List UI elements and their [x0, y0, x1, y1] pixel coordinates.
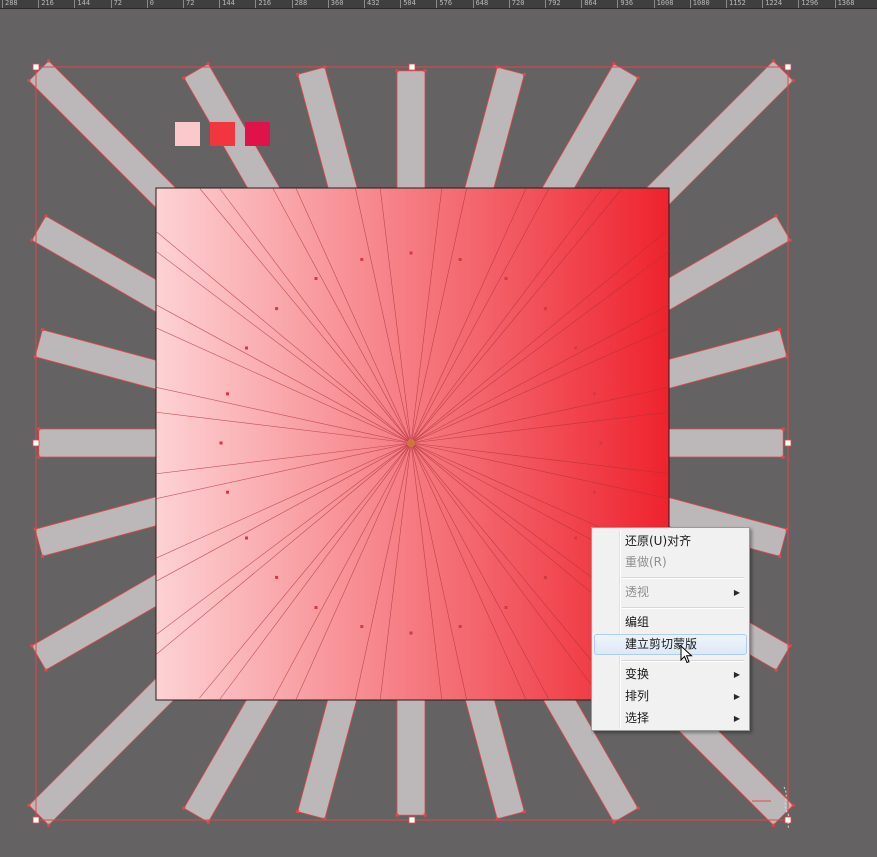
center-point-handle[interactable]: [458, 625, 462, 628]
center-point-handle[interactable]: [543, 307, 547, 311]
anchor-point[interactable]: [27, 79, 31, 83]
anchor-point[interactable]: [778, 328, 782, 332]
submenu-arrow-icon: ▶: [733, 670, 740, 679]
anchor-point[interactable]: [612, 820, 616, 824]
center-point-handle[interactable]: [504, 277, 508, 280]
submenu-arrow-icon: ▶: [733, 714, 740, 723]
anchor-point[interactable]: [182, 806, 186, 810]
color-swatch-crimson: [245, 122, 270, 146]
center-point-handle[interactable]: [574, 536, 577, 540]
anchor-point[interactable]: [774, 668, 778, 672]
anchor-point[interactable]: [296, 72, 300, 76]
anchor-point[interactable]: [636, 806, 640, 810]
anchor-point[interactable]: [788, 644, 792, 648]
menu-item-label: 变换: [625, 667, 650, 681]
menu-item-undo-align[interactable]: 还原(U)对齐: [594, 531, 747, 552]
center-point-handle[interactable]: [574, 346, 577, 350]
submenu-arrow-icon: ▶: [733, 692, 740, 701]
anchor-point[interactable]: [40, 328, 44, 332]
center-point-handle[interactable]: [593, 392, 596, 396]
anchor-point[interactable]: [182, 76, 186, 80]
anchor-point[interactable]: [30, 644, 34, 648]
anchor-point[interactable]: [395, 69, 399, 73]
center-point-handle[interactable]: [275, 575, 279, 579]
center-point-handle[interactable]: [219, 441, 223, 445]
anchor-point[interactable]: [395, 813, 399, 817]
bounding-box-handle[interactable]: [784, 63, 792, 71]
anchor-point[interactable]: [522, 810, 526, 814]
anchor-point[interactable]: [206, 820, 210, 824]
menu-separator: [622, 607, 744, 609]
anchor-point[interactable]: [781, 427, 785, 431]
bounding-box-handle[interactable]: [32, 63, 40, 71]
anchor-point[interactable]: [778, 554, 782, 558]
submenu-arrow-icon: ▶: [733, 588, 740, 597]
bounding-box-handle[interactable]: [32, 816, 40, 824]
center-point-handle[interactable]: [504, 606, 508, 609]
anchor-point[interactable]: [30, 238, 34, 242]
anchor-point[interactable]: [47, 823, 51, 827]
bounding-box-handle[interactable]: [408, 63, 416, 71]
arrow-cursor-icon: [680, 645, 693, 664]
center-point-handle[interactable]: [593, 490, 596, 494]
center-point-handle[interactable]: [599, 441, 603, 445]
anchor-point[interactable]: [522, 72, 526, 76]
menu-item-redo: 重做(R): [594, 552, 747, 573]
anchor-point[interactable]: [771, 823, 775, 827]
bounding-box-handle[interactable]: [784, 439, 792, 447]
anchor-point[interactable]: [788, 238, 792, 242]
bounding-box-handle[interactable]: [408, 816, 416, 824]
anchor-point[interactable]: [37, 455, 41, 459]
center-point-handle[interactable]: [314, 277, 318, 280]
anchor-point[interactable]: [771, 59, 775, 63]
anchor-point[interactable]: [40, 554, 44, 558]
menu-separator: [622, 577, 744, 579]
center-point-handle[interactable]: [409, 631, 413, 635]
anchor-point[interactable]: [774, 214, 778, 218]
anchor-point[interactable]: [296, 810, 300, 814]
menu-item-label: 选择: [625, 711, 650, 725]
anchor-point[interactable]: [44, 214, 48, 218]
menu-item-label: 排列: [625, 689, 650, 703]
anchor-point[interactable]: [44, 668, 48, 672]
anchor-point[interactable]: [636, 76, 640, 80]
color-swatch-light-pink: [175, 122, 200, 146]
menu-item-perspective[interactable]: 透视 ▶: [594, 582, 747, 603]
context-menu[interactable]: 还原(U)对齐 重做(R) 透视 ▶ 编组 建立剪切蒙版 变换 ▶ 排列 ▶ 选…: [591, 527, 750, 731]
center-point-handle[interactable]: [458, 258, 462, 261]
anchor-point[interactable]: [47, 59, 51, 63]
center-point-handle[interactable]: [543, 575, 547, 579]
center-point-marker: [407, 439, 415, 447]
center-point-handle[interactable]: [314, 606, 318, 609]
center-point-handle[interactable]: [245, 346, 248, 350]
menu-item-group[interactable]: 编组: [594, 612, 747, 633]
menu-item-label: 还原(U)对齐: [625, 534, 692, 548]
color-swatch-coral-red: [210, 122, 235, 146]
anchor-point[interactable]: [423, 813, 427, 817]
anchor-point[interactable]: [791, 803, 795, 807]
center-point-handle[interactable]: [245, 536, 248, 540]
anchor-point[interactable]: [791, 79, 795, 83]
center-point-handle[interactable]: [226, 392, 229, 396]
anchor-point[interactable]: [781, 455, 785, 459]
anchor-point[interactable]: [206, 62, 210, 66]
center-point-handle[interactable]: [360, 258, 364, 261]
menu-item-label: 编组: [625, 615, 650, 629]
menu-item-label: 透视: [625, 585, 650, 599]
menu-item-transform[interactable]: 变换 ▶: [594, 664, 747, 685]
color-swatches: [175, 122, 270, 146]
menu-item-label: 重做(R): [625, 555, 667, 569]
menu-item-arrange[interactable]: 排列 ▶: [594, 686, 747, 707]
center-point-handle[interactable]: [226, 490, 229, 494]
menu-item-select[interactable]: 选择 ▶: [594, 708, 747, 729]
center-point-handle[interactable]: [360, 625, 364, 628]
anchor-point[interactable]: [612, 62, 616, 66]
anchor-point[interactable]: [423, 69, 427, 73]
menu-item-make-clipping-mask[interactable]: 建立剪切蒙版: [594, 634, 747, 655]
bounding-box-handle[interactable]: [32, 439, 40, 447]
center-point-handle[interactable]: [409, 251, 413, 255]
anchor-point[interactable]: [27, 803, 31, 807]
anchor-point[interactable]: [37, 427, 41, 431]
center-point-handle[interactable]: [275, 307, 279, 311]
